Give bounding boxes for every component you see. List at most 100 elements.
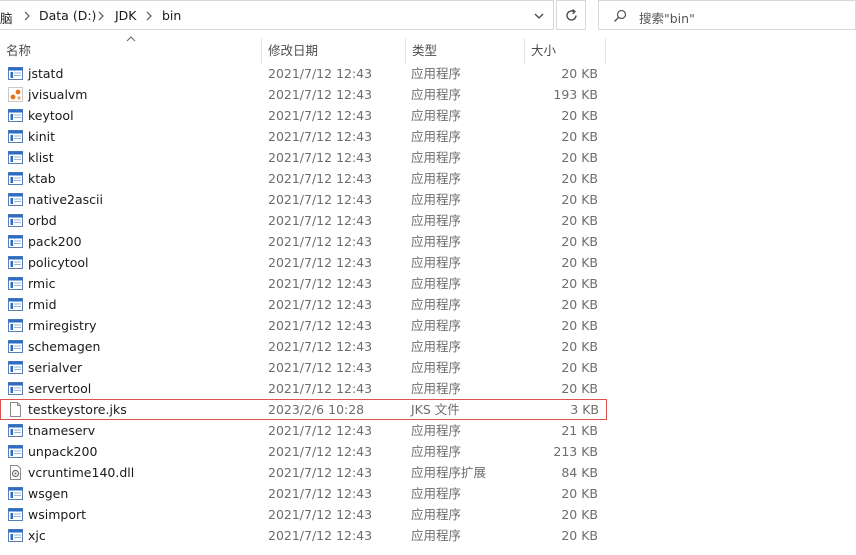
file-name: vcruntime140.dll [28, 465, 135, 480]
file-row[interactable]: klist 2021/7/12 12:43 应用程序 20 KB [0, 147, 606, 168]
file-date: 2021/7/12 12:43 [268, 486, 373, 501]
file-row[interactable]: schemagen 2021/7/12 12:43 应用程序 20 KB [0, 336, 606, 357]
breadcrumb-bin[interactable]: bin [162, 8, 181, 23]
search-input[interactable]: 搜索"bin" [639, 8, 695, 27]
chevron-right-icon[interactable] [96, 10, 106, 22]
file-date: 2021/7/12 12:43 [268, 507, 373, 522]
file-row[interactable]: xjc 2021/7/12 12:43 应用程序 20 KB [0, 525, 606, 546]
file-row[interactable]: serialver 2021/7/12 12:43 应用程序 20 KB [0, 357, 606, 378]
exe-icon [8, 277, 23, 290]
exe-icon [8, 109, 23, 122]
column-header: 名称 修改日期 类型 大小 [0, 36, 606, 64]
file-name: keytool [28, 108, 74, 123]
navigation-bar: 脑 Data (D:) JDK bin 搜索"bin" [0, 0, 856, 32]
file-row[interactable]: pack200 2021/7/12 12:43 应用程序 20 KB [0, 231, 606, 252]
blank-file-icon [10, 402, 21, 417]
search-box[interactable]: 搜索"bin" [598, 0, 856, 30]
file-size: 20 KB [561, 171, 598, 186]
breadcrumb-data-drive[interactable]: Data (D:) [39, 8, 96, 23]
file-name: tnameserv [28, 423, 96, 438]
file-size: 213 KB [553, 444, 598, 459]
file-size: 20 KB [561, 360, 598, 375]
file-name: serialver [28, 360, 83, 375]
chevron-right-icon[interactable] [144, 10, 154, 22]
file-row[interactable]: jvisualvm 2021/7/12 12:43 应用程序 193 KB [0, 84, 606, 105]
file-row[interactable]: rmid 2021/7/12 12:43 应用程序 20 KB [0, 294, 606, 315]
file-name: rmid [28, 297, 57, 312]
file-size: 84 KB [561, 465, 598, 480]
column-name[interactable]: 名称 [0, 38, 262, 64]
file-name: native2ascii [28, 192, 103, 207]
file-name: testkeystore.jks [28, 402, 127, 417]
file-type: 应用程序扩展 [411, 465, 487, 480]
refresh-icon [566, 9, 577, 21]
file-row[interactable]: jstatd 2021/7/12 12:43 应用程序 20 KB [0, 63, 606, 84]
file-row[interactable]: servertool 2021/7/12 12:43 应用程序 20 KB [0, 378, 606, 399]
file-row[interactable]: wsgen 2021/7/12 12:43 应用程序 20 KB [0, 483, 606, 504]
file-type: 应用程序 [411, 297, 462, 312]
file-row[interactable]: native2ascii 2021/7/12 12:43 应用程序 20 KB [0, 189, 606, 210]
file-size: 3 KB [570, 402, 599, 417]
chevron-right-icon[interactable] [22, 10, 32, 22]
file-size: 20 KB [561, 339, 598, 354]
file-size: 20 KB [561, 528, 598, 543]
address-bar[interactable]: 脑 Data (D:) JDK bin [0, 0, 554, 30]
file-name: xjc [28, 528, 46, 543]
refresh-button[interactable] [556, 0, 586, 30]
file-date: 2021/7/12 12:43 [268, 171, 373, 186]
file-name: unpack200 [28, 444, 98, 459]
file-date: 2021/7/12 12:43 [268, 444, 373, 459]
file-row[interactable]: ktab 2021/7/12 12:43 应用程序 20 KB [0, 168, 606, 189]
exe-icon [8, 424, 23, 437]
file-row[interactable]: rmic 2021/7/12 12:43 应用程序 20 KB [0, 273, 606, 294]
file-type: 应用程序 [411, 339, 462, 354]
file-row[interactable]: orbd 2021/7/12 12:43 应用程序 20 KB [0, 210, 606, 231]
file-date: 2021/7/12 12:43 [268, 339, 373, 354]
file-row[interactable]: policytool 2021/7/12 12:43 应用程序 20 KB [0, 252, 606, 273]
file-name: orbd [28, 213, 57, 228]
file-row[interactable]: kinit 2021/7/12 12:43 应用程序 20 KB [0, 126, 606, 147]
file-type: 应用程序 [411, 66, 462, 81]
file-size: 20 KB [561, 108, 598, 123]
file-name: wsgen [28, 486, 69, 501]
breadcrumb-this-pc[interactable]: 脑 [0, 8, 13, 27]
file-date: 2021/7/12 12:43 [268, 234, 373, 249]
file-type: 应用程序 [411, 507, 462, 522]
file-row[interactable]: wsimport 2021/7/12 12:43 应用程序 20 KB [0, 504, 606, 525]
column-type[interactable]: 类型 [406, 38, 524, 64]
file-type: JKS 文件 [411, 402, 460, 417]
file-type: 应用程序 [411, 234, 462, 249]
exe-icon [8, 340, 23, 353]
file-row[interactable]: rmiregistry 2021/7/12 12:43 应用程序 20 KB [0, 315, 606, 336]
file-type: 应用程序 [411, 276, 462, 291]
file-size: 20 KB [561, 276, 598, 291]
file-type: 应用程序 [411, 87, 462, 102]
file-row[interactable]: unpack200 2021/7/12 12:43 应用程序 213 KB [0, 441, 606, 462]
file-size: 20 KB [561, 318, 598, 333]
column-divider[interactable] [605, 38, 606, 64]
file-row-highlighted[interactable]: testkeystore.jks 2023/2/6 10:28 JKS 文件 3 KB [0, 399, 607, 420]
file-type: 应用程序 [411, 108, 462, 123]
breadcrumb-jdk[interactable]: JDK [115, 8, 137, 23]
exe-icon [8, 361, 23, 374]
column-date[interactable]: 修改日期 [262, 38, 405, 64]
file-row[interactable]: vcruntime140.dll 2021/7/12 12:43 应用程序扩展 84 … [0, 462, 606, 483]
file-name: wsimport [28, 507, 87, 522]
exe-icon [8, 529, 23, 542]
chevron-down-icon[interactable] [533, 10, 545, 22]
file-date: 2021/7/12 12:43 [268, 276, 373, 291]
exe-icon [8, 319, 23, 332]
column-size[interactable]: 大小 [525, 38, 605, 64]
file-name: pack200 [28, 234, 82, 249]
exe-icon [8, 67, 23, 80]
file-size: 20 KB [561, 297, 598, 312]
file-size: 20 KB [561, 486, 598, 501]
file-type: 应用程序 [411, 192, 462, 207]
file-type: 应用程序 [411, 255, 462, 270]
file-row[interactable]: tnameserv 2021/7/12 12:43 应用程序 21 KB [0, 420, 606, 441]
file-name: kinit [28, 129, 56, 144]
dll-icon [10, 465, 21, 480]
file-row[interactable]: keytool 2021/7/12 12:43 应用程序 20 KB [0, 105, 606, 126]
file-date: 2021/7/12 12:43 [268, 318, 373, 333]
file-name: ktab [28, 171, 56, 186]
